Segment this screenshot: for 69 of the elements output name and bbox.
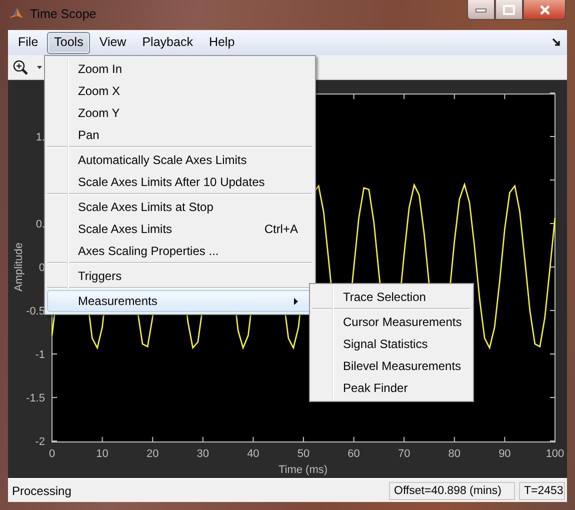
menu-option[interactable]: Automatically Scale Axes Limits <box>47 149 313 171</box>
y-tick-label: 0. <box>36 218 45 230</box>
menu-option-label: Measurements <box>78 294 158 308</box>
menu-option[interactable]: Zoom Y <box>47 102 313 124</box>
x-tick-label: 20 <box>146 448 159 460</box>
offset-readout: Offset=40.898 (mins) <box>389 482 515 500</box>
y-tick-label: -0.5 <box>26 306 45 318</box>
menu-item[interactable]: File <box>11 32 46 54</box>
y-tick-label: -1 <box>35 349 45 361</box>
menu-option[interactable]: Triggers <box>47 265 313 287</box>
menu-option-label: Automatically Scale Axes Limits <box>78 153 247 167</box>
menu-option[interactable]: Zoom X <box>47 80 313 102</box>
minimize-button[interactable] <box>467 0 495 20</box>
x-tick-label: 30 <box>196 448 210 460</box>
menu-option[interactable]: Scale Axes Limits Ctrl+A <box>47 218 313 240</box>
y-tick-label: -1.5 <box>26 392 45 404</box>
y-tick-label: -2 <box>35 436 45 448</box>
undock-arrow-icon[interactable] <box>552 38 561 47</box>
window-title: Time Scope <box>30 7 96 21</box>
menu-option-label: Cursor Measurements <box>343 315 462 329</box>
menu-option[interactable]: Axes Scaling Properties ... <box>47 240 313 262</box>
menu-option[interactable]: Scale Axes Limits After 10 Updates <box>47 171 313 193</box>
x-tick-label: 100 <box>546 448 564 460</box>
x-axis-label: Time (ms) <box>278 464 328 476</box>
menu-option[interactable]: Bilevel Measurements <box>312 355 471 377</box>
menu-option-label: Zoom X <box>78 84 120 98</box>
menu-option[interactable]: Scale Axes Limits at Stop <box>47 196 313 218</box>
menu-option[interactable]: Trace Selection <box>312 286 471 308</box>
menu-option-label: Zoom Y <box>78 106 120 120</box>
x-tick-label: 60 <box>348 448 360 460</box>
x-tick-label: 70 <box>398 448 410 460</box>
x-tick-label: 0 <box>48 448 56 460</box>
maximize-icon <box>503 4 515 14</box>
menu-option-label: Triggers <box>78 269 122 283</box>
menu-option-label: Scale Axes Limits After 10 Updates <box>78 175 265 189</box>
close-button[interactable] <box>523 0 566 20</box>
x-tick-label: 90 <box>498 448 511 460</box>
menu-item[interactable]: View <box>92 32 134 54</box>
time-readout: T=2453 <box>519 482 565 500</box>
shortcut-label: Ctrl+A <box>264 222 298 236</box>
caret-icon[interactable] <box>37 66 42 68</box>
x-tick-label: 50 <box>297 448 310 460</box>
close-icon <box>538 4 550 14</box>
menu-option-label: Axes Scaling Properties ... <box>78 244 219 258</box>
menu-option-label: Bilevel Measurements <box>343 359 462 373</box>
menu-option-label: Scale Axes Limits at Stop <box>78 200 214 214</box>
status-message: Processing <box>12 484 72 498</box>
menu-option[interactable]: Cursor Measurements <box>312 311 471 333</box>
x-tick-label: 40 <box>247 448 260 460</box>
menu-item[interactable]: Playback <box>135 32 200 54</box>
x-tick-label: 80 <box>448 448 461 460</box>
menu-option[interactable]: Signal Statistics <box>312 333 471 355</box>
menu-option-label: Peak Finder <box>343 381 408 395</box>
menu-option[interactable]: Peak Finder <box>312 377 471 399</box>
menu-option-label: Signal Statistics <box>343 337 428 351</box>
y-tick-label: 1. <box>36 132 45 144</box>
zoom-in-icon[interactable] <box>12 58 29 76</box>
x-tick-label: 10 <box>96 448 108 460</box>
menu-option-label: Trace Selection <box>343 290 426 304</box>
menu-item[interactable]: Tools <box>47 32 90 54</box>
maximize-button[interactable] <box>495 0 523 20</box>
minimize-icon <box>475 6 487 12</box>
menu-option[interactable]: Pan <box>47 124 313 146</box>
menu-option-label: Zoom In <box>78 62 122 76</box>
menu-item[interactable]: Help <box>202 32 242 54</box>
y-axis-label: Amplitude <box>13 242 25 292</box>
menu-option-label: Scale Axes Limits <box>78 222 172 236</box>
menu-option-label: Pan <box>78 128 100 142</box>
submenu-arrow-icon <box>294 298 298 304</box>
